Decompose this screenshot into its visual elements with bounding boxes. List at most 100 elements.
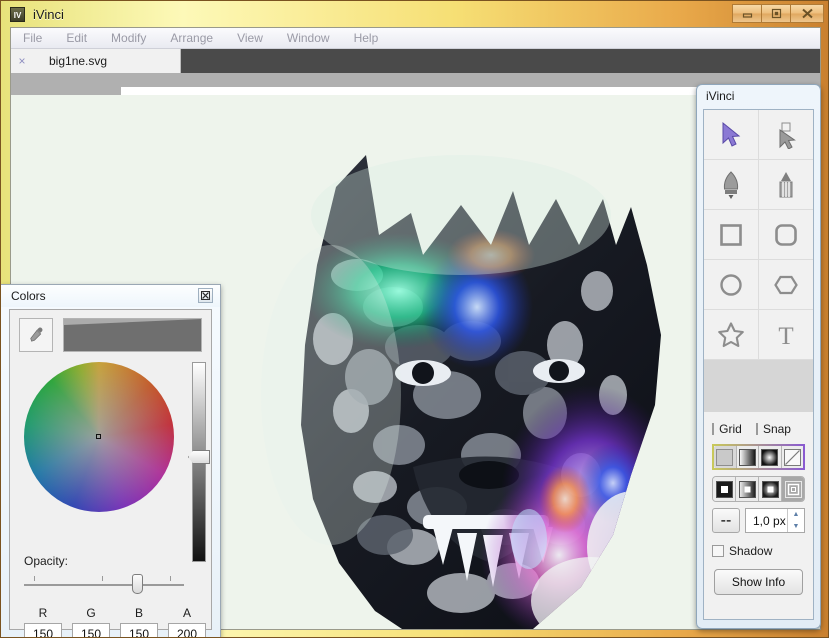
swatch-gradient (64, 319, 201, 351)
ellipse-tool[interactable] (704, 260, 759, 310)
tool-grid: T (704, 110, 813, 360)
text-t-icon: T (778, 323, 793, 349)
maximize-button[interactable] (761, 4, 790, 23)
rounded-rect-tool[interactable] (758, 210, 813, 260)
close-button[interactable] (790, 4, 824, 23)
linear-gradient-icon (738, 448, 756, 466)
opacity-slider-thumb[interactable] (132, 574, 143, 594)
color-picker-row (19, 318, 202, 352)
direct-select-tool[interactable] (758, 110, 813, 160)
pencil-icon (779, 171, 793, 197)
arrow-pointer-icon (722, 121, 741, 147)
shadow-row: Shadow (704, 539, 813, 563)
channel-a: A 200 (168, 606, 206, 637)
pen-tool[interactable] (704, 160, 759, 210)
stroke-none-button[interactable] (782, 477, 804, 501)
document-tab[interactable]: × big1ne.svg (11, 49, 181, 73)
circle-icon (720, 273, 742, 296)
stroke-linear-button[interactable] (736, 477, 759, 501)
radial-gradient-icon (761, 448, 779, 466)
fill-none-button[interactable] (781, 446, 803, 468)
tool-palette: iVinci T Grid Snap -- 1,0 px ▲ ▼ Shadow … (696, 84, 821, 629)
pointer-tool[interactable] (704, 110, 759, 160)
colors-panel-title: Colors (11, 289, 46, 303)
stroke-linear-icon (738, 480, 756, 498)
maximize-icon (771, 8, 781, 19)
opacity-slider-track[interactable] (24, 576, 184, 586)
pen-nib-icon (723, 170, 738, 199)
solid-fill-icon (716, 448, 734, 466)
opacity-tick (34, 576, 35, 581)
pencil-tool[interactable] (758, 160, 813, 210)
close-icon (201, 291, 210, 300)
menu-edit[interactable]: Edit (54, 28, 99, 48)
no-fill-icon (783, 448, 801, 466)
color-wheel-wrapper[interactable] (24, 362, 174, 512)
tab-label: big1ne.svg (49, 54, 108, 68)
menu-bar: File Edit Modify Arrange View Window Hel… (11, 28, 820, 49)
text-tool[interactable]: T (758, 310, 813, 360)
rounded-square-icon (774, 223, 797, 246)
tool-palette-body: T Grid Snap -- 1,0 px ▲ ▼ Shadow Show In… (703, 109, 814, 620)
stroke-radial-icon (761, 480, 779, 498)
window-title: iVinci (33, 6, 64, 22)
channel-a-label: A (182, 606, 191, 620)
fill-solid-button[interactable] (714, 446, 737, 468)
minimize-button[interactable] (732, 4, 761, 23)
eyedropper-button[interactable] (19, 318, 53, 352)
menu-arrange[interactable]: Arrange (158, 28, 225, 48)
opacity-tick (170, 576, 171, 581)
menu-view[interactable]: View (225, 28, 275, 48)
tab-close-icon[interactable]: × (11, 49, 33, 73)
stroke-solid-button[interactable] (713, 477, 736, 501)
colors-panel-close-button[interactable] (198, 288, 213, 303)
opacity-label: Opacity: (24, 554, 69, 568)
stroke-width-stepper[interactable]: ▲ ▼ (787, 509, 804, 532)
app-icon: IV (10, 6, 25, 22)
channel-g-input[interactable]: 150 (72, 623, 110, 637)
channel-a-input[interactable]: 200 (168, 623, 206, 637)
colors-panel: Colors Opacity: R 150 G 150 B 150 A 200 (1, 284, 221, 637)
channel-r: R 150 (24, 606, 62, 637)
snap-checkbox[interactable] (755, 423, 758, 435)
dash-style-button[interactable]: -- (712, 508, 740, 533)
window-titlebar: IV iVinci (1, 1, 828, 27)
star-icon (717, 322, 744, 348)
svg-text:T: T (778, 323, 793, 349)
grid-snap-row: Grid Snap (704, 416, 813, 442)
rectangle-tool[interactable] (704, 210, 759, 260)
wolf-head-artwork (161, 95, 681, 629)
fill-mode-group (712, 444, 805, 470)
window-controls (732, 4, 824, 23)
stepper-down[interactable]: ▼ (788, 521, 804, 533)
stepper-up[interactable]: ▲ (788, 509, 804, 521)
stroke-none-icon (784, 480, 802, 498)
color-wheel-cursor[interactable] (96, 434, 101, 439)
menu-window[interactable]: Window (275, 28, 342, 48)
channel-b-label: B (134, 606, 143, 620)
stroke-width-field[interactable]: 1,0 px ▲ ▼ (745, 508, 805, 533)
channel-r-input[interactable]: 150 (24, 623, 62, 637)
current-color-swatch[interactable] (63, 318, 202, 352)
stroke-radial-button[interactable] (759, 477, 782, 501)
tool-palette-title: iVinci (706, 89, 735, 103)
polygon-tool[interactable] (758, 260, 813, 310)
star-tool[interactable] (704, 310, 759, 360)
rgba-fields: R 150 G 150 B 150 A 200 (24, 606, 206, 637)
menu-help[interactable]: Help (342, 28, 391, 48)
square-icon (719, 223, 742, 246)
fill-linear-button[interactable] (736, 446, 759, 468)
stroke-width-row: -- 1,0 px ▲ ▼ (712, 508, 805, 533)
channel-b-input[interactable]: 150 (120, 623, 158, 637)
menu-file[interactable]: File (11, 28, 54, 48)
colors-panel-body: Opacity: R 150 G 150 B 150 A 200 (9, 309, 212, 637)
show-info-button[interactable]: Show Info (714, 569, 803, 595)
hexagon-icon (773, 275, 798, 294)
color-wheel[interactable] (24, 362, 174, 512)
fill-radial-button[interactable] (759, 446, 782, 468)
menu-modify[interactable]: Modify (99, 28, 158, 48)
channel-g-label: G (86, 606, 96, 620)
grid-checkbox[interactable] (712, 423, 715, 435)
colors-panel-titlebar: Colors (1, 285, 220, 307)
shadow-checkbox[interactable] (712, 545, 724, 557)
